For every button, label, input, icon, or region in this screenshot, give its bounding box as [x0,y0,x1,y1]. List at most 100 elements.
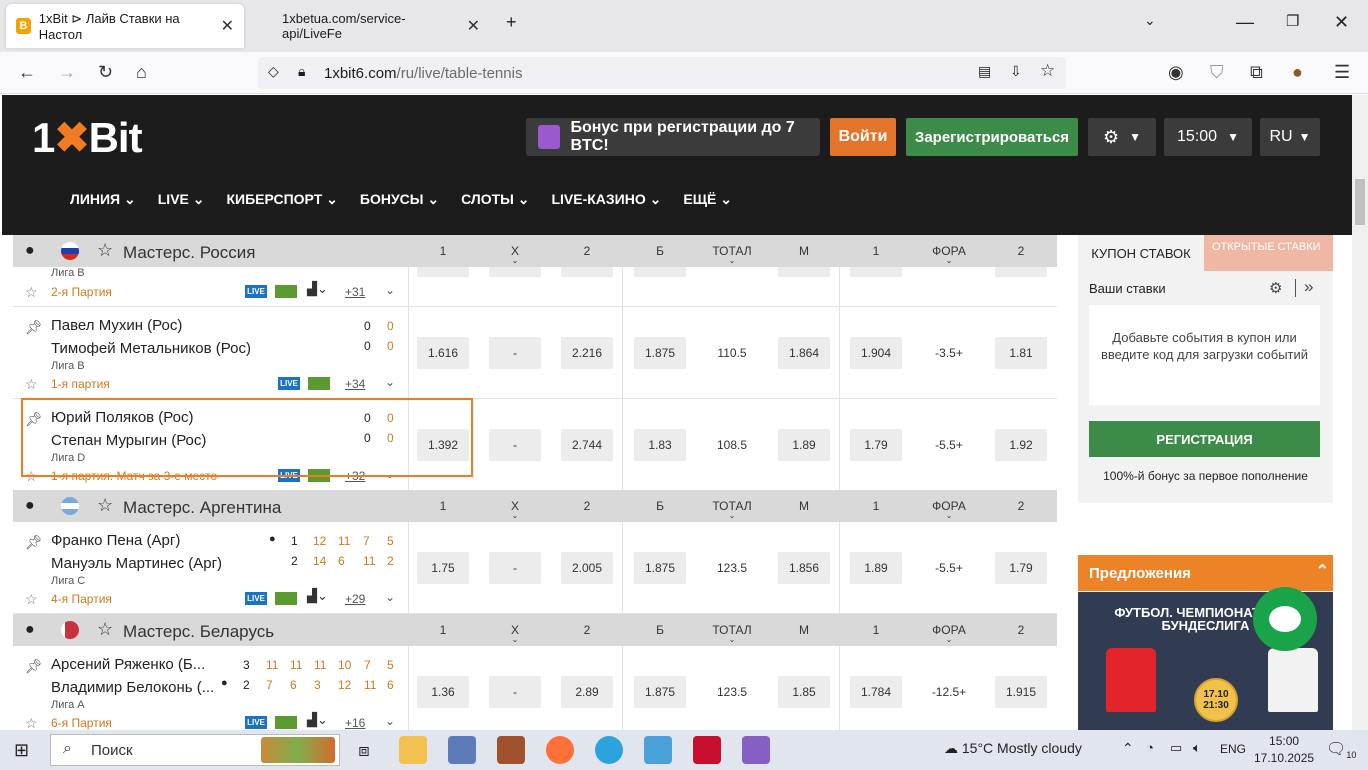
odds-button[interactable]: 1.904 [850,337,902,369]
scrollbar-thumb[interactable] [1355,179,1365,225]
new-tab-icon[interactable]: + [506,12,517,33]
col-header-handicap[interactable]: ФОРА ⌄ [919,623,979,644]
odds-button[interactable]: 2.216 [561,337,613,369]
odds-button[interactable] [850,267,902,277]
pin-icon[interactable]: 📌︎ [25,534,43,551]
lock-icon[interactable]: 🔒︎ [298,63,305,80]
league-header-russia[interactable]: ● ☆ Мастерс. Россия 1 X ⌄ 2 Б ТОТАЛ ⌄ М 1 … [13,235,1057,267]
url-bar[interactable]: ◇ 🔒︎ 1xbit6.com/ru/live/table-tennis ▤ ⇩… [258,57,1066,89]
odds-button[interactable]: 1.616 [417,337,469,369]
network-icon[interactable]: ◔ [1146,740,1154,755]
col-header-x[interactable]: X ⌄ [485,623,545,644]
col-header-total[interactable]: ТОТАЛ ⌄ [702,499,762,520]
nav-item-live-casino[interactable]: LIVE-КАЗИНО ⌄ [551,191,661,208]
pin-icon[interactable]: 📌︎ [25,658,43,675]
menu-icon[interactable]: ☰ [1334,62,1350,83]
odds-button[interactable]: 2.005 [561,552,613,584]
registration-button[interactable]: РЕГИСТРАЦИЯ [1089,421,1320,457]
save-load-events-button[interactable]: Сохранить/Загрузить события ⌄ [1078,521,1333,537]
volume-icon[interactable]: 🔈︎ [1193,740,1201,756]
more-markets-link[interactable]: +32 [345,469,365,483]
odds-button[interactable] [778,267,830,277]
live-badge-icon[interactable]: LIVE [278,469,300,482]
odds-button[interactable]: 1.856 [778,552,830,584]
firefox-icon[interactable] [546,736,574,764]
favorite-star-icon[interactable]: ☆ [25,715,38,730]
download-icon[interactable]: ⇩ [1010,63,1022,80]
filezilla-icon[interactable] [693,736,721,764]
odds-button[interactable]: 1.75 [417,552,469,584]
odds-button[interactable]: 1.875 [634,552,686,584]
close-tab-icon[interactable]: ✕ [467,16,480,36]
odds-button[interactable]: 2.89 [561,676,613,708]
odds-button[interactable]: 1.36 [417,676,469,708]
table-row[interactable]: Лига B ☆ 2-я Партия LIVE ▟⌄ +31 ⌄ [13,267,1057,307]
stats-icon[interactable]: ▟⌄ [307,712,328,728]
live-badge-icon[interactable]: LIVE [245,285,267,298]
privacy-shield-icon[interactable]: ⛉ [1210,62,1224,83]
odds-button[interactable] [634,267,686,277]
odds-button[interactable] [417,267,469,277]
field-icon[interactable] [275,285,297,298]
table-row[interactable]: 📌︎ Франко Пена (Арг) Мануэль Мартинес (А… [13,522,1057,614]
odds-button[interactable]: 1.875 [634,337,686,369]
reload-icon[interactable]: ↻ [98,62,113,83]
odds-button[interactable]: 1.83 [634,429,686,461]
home-icon[interactable]: ⌂ [136,62,147,83]
table-row[interactable]: 📌︎ Арсений Ряженко (Б... Владимир Белоко… [13,646,1057,730]
odds-button[interactable]: 2.744 [561,429,613,461]
register-button[interactable]: Зарегистрироваться [906,118,1078,156]
favorite-star-icon[interactable]: ☆ [25,284,38,301]
close-tab-icon[interactable]: ✕ [221,16,234,36]
tab-service-api[interactable]: 1xbetua.com/service-api/LiveFe ✕ [272,4,490,48]
tab-1xbit[interactable]: B 1xBit ⊳ Лайв Ставки на Настол ✕ [6,4,244,48]
tray-chevron-icon[interactable]: ⌃ [1122,740,1134,757]
odds-button[interactable]: - [489,337,541,369]
more-markets-link[interactable]: +29 [345,592,365,606]
nav-item-live[interactable]: LIVE ⌄ [158,191,205,208]
odds-button[interactable] [995,267,1047,277]
field-icon[interactable] [308,377,330,390]
back-icon[interactable]: ← [18,62,36,83]
live-badge-icon[interactable]: LIVE [245,716,267,729]
stats-icon[interactable]: ▟⌄ [307,281,328,297]
restore-icon[interactable]: ❐ [1286,12,1299,30]
col-header-handicap[interactable]: ФОРА ⌄ [919,244,979,265]
col-header-x[interactable]: X ⌄ [485,499,545,520]
app-icon[interactable] [497,736,525,764]
odds-button[interactable]: 1.89 [850,552,902,584]
windows-start-icon[interactable]: ⊞ [14,740,29,761]
odds-button[interactable]: 1.79 [850,429,902,461]
registration-bonus-banner[interactable]: Бонус при регистрации до 7 BTC! [526,118,820,156]
favorite-star-icon[interactable]: ☆ [25,376,38,393]
chevron-down-icon[interactable]: ⌄ [385,467,395,481]
field-icon[interactable] [275,716,297,729]
visual-studio-icon[interactable] [742,736,770,764]
settings-button[interactable]: ⚙ ▼ [1088,118,1156,156]
field-icon[interactable] [275,592,297,605]
odds-button[interactable] [489,267,541,277]
chevron-down-icon[interactable]: ⌄ [385,590,395,604]
telegram-icon[interactable] [595,736,623,764]
task-view-icon[interactable]: ⧈ [350,736,378,764]
nav-item-esports[interactable]: КИБЕРСПОРТ ⌄ [227,191,338,208]
league-header-belarus[interactable]: ● ☆ Мастерс. Беларусь 1 X ⌄ 2 Б ТОТАЛ ⌄ М … [13,614,1057,646]
odds-button[interactable]: 1.864 [778,337,830,369]
odds-button[interactable] [561,267,613,277]
time-selector[interactable]: 15:00 ▼ [1164,118,1252,156]
more-markets-link[interactable]: +16 [345,716,365,730]
odds-button[interactable]: 1.915 [995,676,1047,708]
chat-button[interactable] [1253,587,1317,651]
odds-button[interactable]: 1.81 [995,337,1047,369]
input-language[interactable]: ENG [1220,742,1246,756]
shield-icon[interactable]: ◇ [268,63,279,80]
tab-coupon[interactable]: КУПОН СТАВОК [1078,235,1204,271]
notifications-icon[interactable]: 🗨︎10 [1326,739,1356,760]
odds-button[interactable]: 1.79 [995,552,1047,584]
table-row[interactable]: 📌︎ Юрий Поляков (Рос) Степан Мурыгин (Ро… [13,399,1057,491]
col-header-total[interactable]: ТОТАЛ ⌄ [702,244,762,265]
app-icon[interactable] [448,736,476,764]
live-badge-icon[interactable]: LIVE [278,377,300,390]
chevron-down-icon[interactable]: ⌄ [385,283,395,297]
odds-button[interactable]: 1.784 [850,676,902,708]
